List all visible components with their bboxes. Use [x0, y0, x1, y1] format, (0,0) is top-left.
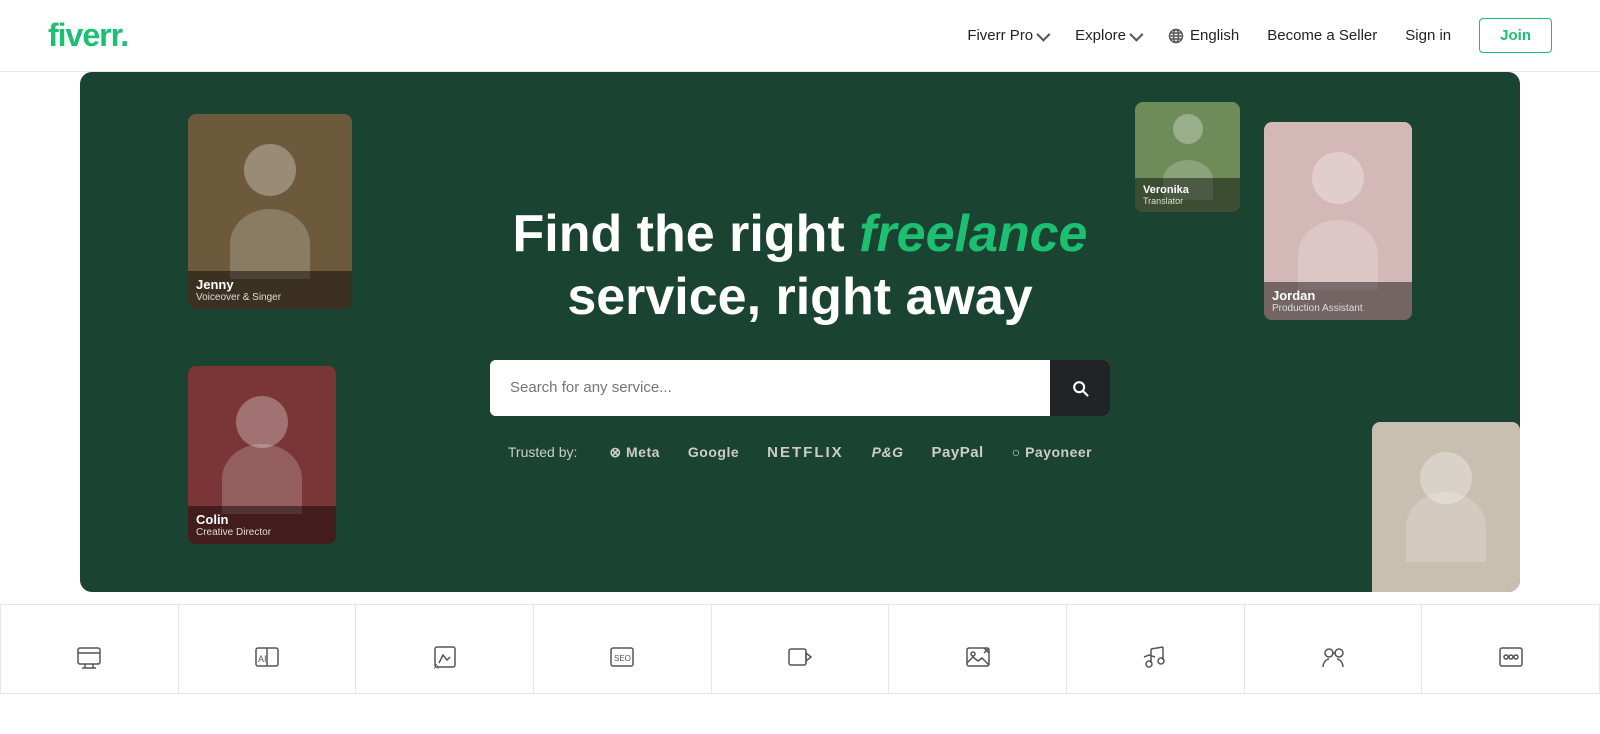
fiverr-logo[interactable]: fiverr.	[48, 17, 128, 54]
music-icon	[1137, 639, 1173, 675]
category-virtual-assistant[interactable]	[1245, 604, 1423, 694]
jenny-label: Jenny Voiceover & Singer	[188, 271, 352, 309]
hero-search-bar	[490, 360, 1110, 416]
join-button[interactable]: Join	[1479, 18, 1552, 53]
freelancer-card-jenny: Jenny Voiceover & Singer	[188, 114, 352, 309]
website-dev-icon	[71, 639, 107, 675]
chevron-down-icon	[1036, 27, 1050, 41]
category-seo[interactable]: SEO	[534, 604, 712, 694]
photo-editing-icon	[960, 639, 996, 675]
veronika-role: Translator	[1143, 196, 1232, 206]
freelancer-card-colin: Colin Creative Director	[188, 366, 336, 544]
logo-text: fiverr	[48, 17, 120, 53]
bottom-right-photo	[1372, 422, 1520, 592]
payoneer-logo: ○ Payoneer	[1012, 444, 1092, 460]
jenny-role: Voiceover & Singer	[196, 292, 344, 303]
category-photo-editing[interactable]	[889, 604, 1067, 694]
freelancer-card-bottom-right	[1372, 422, 1520, 592]
sign-in-link[interactable]: Sign in	[1405, 27, 1451, 44]
chevron-down-icon	[1129, 27, 1143, 41]
colin-role: Creative Director	[196, 527, 328, 538]
svg-text:A: A	[434, 664, 439, 671]
search-icon	[1070, 378, 1090, 398]
netflix-logo: NETFLIX	[767, 444, 844, 461]
trusted-logos: ⊗ Meta Google NETFLIX P&G PayPal ○ Payon…	[609, 444, 1092, 461]
colin-label: Colin Creative Director	[188, 506, 336, 544]
hero-section: Jenny Voiceover & Singer Veronika Transl…	[80, 72, 1520, 592]
jordan-role: Production Assistant	[1272, 303, 1404, 314]
svg-text:SEO: SEO	[614, 654, 631, 663]
globe-icon	[1168, 28, 1184, 44]
jordan-label: Jordan Production Assistant	[1264, 282, 1412, 320]
ai-art-icon: AI	[249, 639, 285, 675]
social-media-icon	[1493, 639, 1529, 675]
fiverr-pro-link[interactable]: Fiverr Pro	[967, 27, 1047, 44]
trusted-label: Trusted by:	[508, 444, 578, 460]
logo-design-icon: A	[427, 639, 463, 675]
pg-logo: P&G	[872, 444, 904, 460]
category-ai-art[interactable]: AI	[179, 604, 357, 694]
freelancer-card-veronika: Veronika Translator	[1135, 102, 1240, 212]
trusted-section: Trusted by: ⊗ Meta Google NETFLIX P&G Pa…	[490, 444, 1110, 461]
language-selector[interactable]: English	[1168, 27, 1239, 44]
jenny-name: Jenny	[196, 277, 344, 292]
category-music[interactable]	[1067, 604, 1245, 694]
category-logo-design[interactable]: A	[356, 604, 534, 694]
colin-name: Colin	[196, 512, 328, 527]
search-input[interactable]	[490, 360, 1050, 416]
virtual-assistant-icon	[1315, 639, 1351, 675]
veronika-name: Veronika	[1143, 184, 1232, 196]
category-website-dev[interactable]	[0, 604, 179, 694]
category-video[interactable]	[712, 604, 890, 694]
seo-icon: SEO	[604, 639, 640, 675]
logo-dot: .	[120, 17, 128, 53]
nav-links: Fiverr Pro Explore English Become a Sell…	[967, 18, 1552, 53]
category-social-media[interactable]	[1422, 604, 1600, 694]
explore-link[interactable]: Explore	[1075, 27, 1140, 44]
video-icon	[782, 639, 818, 675]
navbar: fiverr. Fiverr Pro Explore English Becom…	[0, 0, 1600, 72]
jordan-name: Jordan	[1272, 288, 1404, 303]
hero-center: Find the right freelance service, right …	[490, 203, 1110, 461]
google-logo: Google	[688, 444, 739, 460]
become-seller-link[interactable]: Become a Seller	[1267, 27, 1377, 44]
meta-logo: ⊗ Meta	[609, 444, 660, 461]
hero-title: Find the right freelance service, right …	[490, 203, 1110, 328]
svg-text:AI: AI	[258, 654, 267, 664]
freelancer-card-jordan: Jordan Production Assistant	[1264, 122, 1412, 320]
search-button[interactable]	[1050, 360, 1110, 416]
veronika-label: Veronika Translator	[1135, 178, 1240, 212]
categories-bar: AI A SEO	[0, 604, 1600, 694]
paypal-logo: PayPal	[932, 444, 984, 461]
